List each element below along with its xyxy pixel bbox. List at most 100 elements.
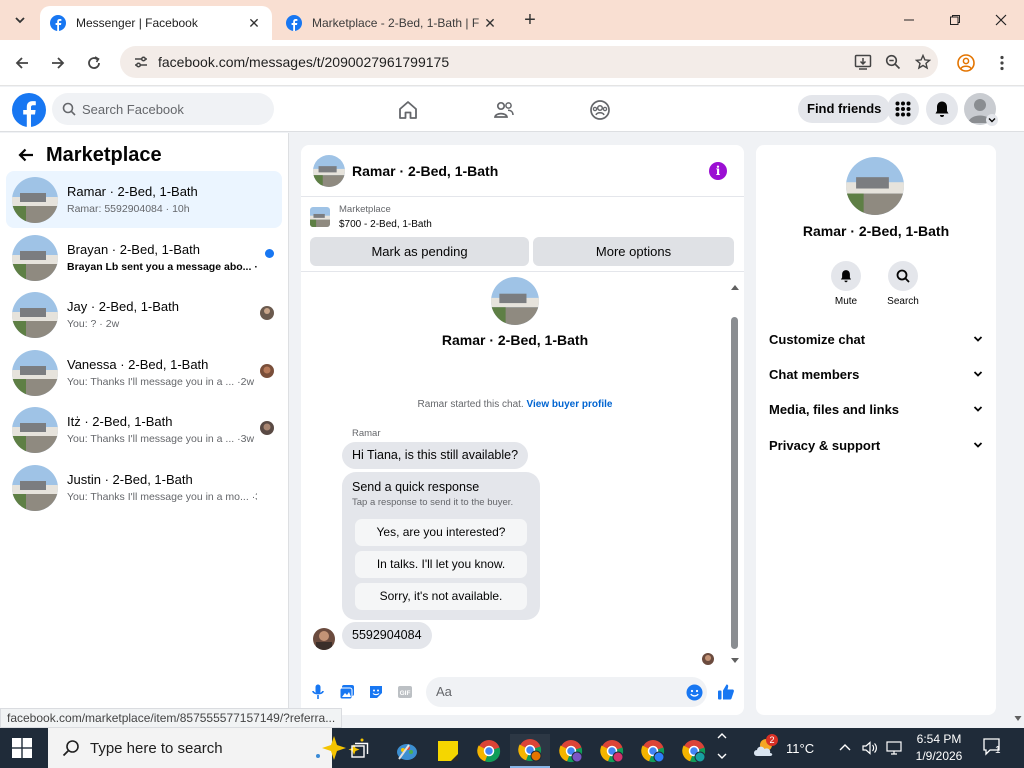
- restore-button[interactable]: [940, 8, 970, 32]
- conversation-item-itz[interactable]: Itż · 2-Bed, 1-Bath You: Thanks I'll mes…: [6, 401, 282, 458]
- listing-mini-thumbnail[interactable]: [310, 207, 330, 227]
- seen-avatar: [260, 364, 274, 378]
- zoom-icon[interactable]: [878, 54, 908, 70]
- conversation-preview: You: ? · 2w: [67, 318, 120, 330]
- restore-icon: [950, 15, 960, 25]
- chevron-down-icon: [717, 753, 727, 759]
- more-options-button[interactable]: More options: [533, 237, 734, 266]
- taskbar-overflow-scroller[interactable]: [716, 730, 728, 766]
- section-media-files-links[interactable]: Media, files and links: [769, 399, 983, 419]
- bookmark-star-icon[interactable]: [908, 54, 938, 70]
- browser-toolbar: facebook.com/messages/t/2090027961799175: [0, 40, 1024, 86]
- taskbar-app-chrome-profile-2[interactable]: [551, 734, 591, 768]
- taskbar-app-chrome-profile-4[interactable]: [633, 734, 673, 768]
- address-bar[interactable]: facebook.com/messages/t/2090027961799175: [120, 46, 938, 78]
- section-privacy-support[interactable]: Privacy & support: [769, 435, 983, 455]
- taskbar-app-chrome[interactable]: [469, 734, 509, 768]
- forward-button[interactable]: [46, 51, 70, 75]
- quick-response-button[interactable]: In talks. I'll let you know.: [355, 551, 527, 578]
- conversation-name: Ramar · 2-Bed, 1-Bath: [67, 184, 198, 199]
- conversation-item-ramar[interactable]: Ramar · 2-Bed, 1-Bath Ramar: 5592904084 …: [6, 171, 282, 228]
- close-tab-icon[interactable]: ✕: [246, 15, 262, 31]
- taskbar-app-chrome-active[interactable]: [510, 734, 550, 768]
- volume-icon[interactable]: [862, 740, 878, 756]
- taskbar-app-chrome-profile-5[interactable]: [674, 734, 714, 768]
- taskbar-search-input[interactable]: Type here to search: [48, 728, 364, 768]
- taskbar-app-chrome-profile-3[interactable]: [592, 734, 632, 768]
- conversation-info-panel: Ramar · 2-Bed, 1-Bath Mute Search Custom…: [756, 145, 996, 715]
- sender-avatar: [313, 628, 335, 650]
- site-settings-icon[interactable]: [128, 54, 154, 70]
- info-avatar[interactable]: [846, 157, 904, 215]
- taskbar-app-sticky-notes[interactable]: [428, 734, 468, 768]
- like-button[interactable]: [717, 683, 735, 701]
- notifications-button[interactable]: [926, 93, 958, 125]
- scrollbar-thumb[interactable]: [731, 317, 738, 649]
- attach-photo-button[interactable]: [338, 683, 356, 701]
- tab-title: Marketplace - 2-Bed, 1-Bath | F: [312, 16, 480, 30]
- groups-nav-button[interactable]: [587, 97, 613, 123]
- profile-button[interactable]: [954, 51, 978, 75]
- search-action[interactable]: Search: [878, 261, 928, 307]
- thumbs-up-icon: [718, 684, 734, 700]
- close-window-button[interactable]: [986, 8, 1016, 32]
- scroll-down-arrow-icon[interactable]: [730, 657, 740, 665]
- weather-widget[interactable]: 2 11°C: [752, 728, 814, 768]
- home-nav-button[interactable]: [395, 97, 421, 123]
- conversation-item-vanessa[interactable]: Vanessa · 2-Bed, 1-Bath You: Thanks I'll…: [6, 344, 282, 401]
- show-hidden-icons-chevron-icon[interactable]: [838, 741, 852, 755]
- account-dropdown-badge[interactable]: [986, 114, 998, 126]
- close-tab-icon[interactable]: ✕: [482, 15, 498, 31]
- menu-button[interactable]: [887, 93, 919, 125]
- tab-marketplace[interactable]: Marketplace - 2-Bed, 1-Bath | F ✕: [276, 6, 508, 40]
- scroll-up-arrow-icon[interactable]: [730, 283, 740, 291]
- gif-button[interactable]: GIF: [396, 683, 414, 701]
- taskbar-app-paint[interactable]: [387, 734, 427, 768]
- mute-action[interactable]: Mute: [821, 261, 871, 307]
- new-tab-button[interactable]: +: [518, 10, 542, 32]
- quick-response-button[interactable]: Sorry, it's not available.: [355, 583, 527, 610]
- action-center-button[interactable]: 1: [982, 737, 1006, 759]
- chat-title[interactable]: Ramar · 2-Bed, 1-Bath: [352, 163, 498, 179]
- chevron-down-icon: [973, 406, 983, 412]
- task-view-button[interactable]: [340, 734, 380, 768]
- reload-button[interactable]: [82, 51, 106, 75]
- install-app-icon[interactable]: [848, 54, 878, 70]
- system-clock[interactable]: 6:54 PM 1/9/2026: [912, 731, 966, 765]
- tab-title: Messenger | Facebook: [76, 16, 198, 30]
- view-buyer-profile-link[interactable]: View buyer profile: [526, 399, 612, 410]
- profile-avatar[interactable]: [491, 277, 539, 325]
- page-scrollbar[interactable]: [1012, 133, 1024, 728]
- emoji-button[interactable]: [685, 683, 703, 701]
- browser-menu-button[interactable]: [990, 51, 1014, 75]
- section-customize-chat[interactable]: Customize chat: [769, 329, 983, 349]
- chat-avatar[interactable]: [313, 154, 345, 187]
- listing-price[interactable]: $700 - 2-Bed, 1-Bath: [339, 219, 432, 230]
- chat-header: Ramar · 2-Bed, 1-Bath i: [301, 145, 744, 197]
- message-input[interactable]: Aa: [426, 677, 707, 707]
- conversation-item-brayan[interactable]: Brayan · 2-Bed, 1-Bath Brayan Lb sent yo…: [6, 229, 282, 286]
- tab-search-dropdown[interactable]: [8, 8, 32, 32]
- minimize-button[interactable]: [894, 8, 924, 32]
- info-icon[interactable]: i: [709, 162, 727, 180]
- back-arrow-icon[interactable]: [14, 143, 38, 167]
- network-icon[interactable]: [886, 740, 902, 756]
- search-placeholder: Search Facebook: [82, 101, 184, 117]
- voice-clip-button[interactable]: [309, 683, 327, 701]
- scroll-down-arrow-icon[interactable]: [1014, 715, 1022, 722]
- tab-messenger[interactable]: Messenger | Facebook ✕: [40, 6, 272, 40]
- mark-as-pending-button[interactable]: Mark as pending: [310, 237, 529, 266]
- thread-scrollbar[interactable]: [730, 283, 740, 663]
- message-composer: GIF Aa: [301, 675, 744, 709]
- back-button[interactable]: [10, 51, 34, 75]
- conversation-item-jay[interactable]: Jay · 2-Bed, 1-Bath You: ? · 2w: [6, 286, 282, 343]
- quick-response-button[interactable]: Yes, are you interested?: [355, 519, 527, 546]
- facebook-search-input[interactable]: Search Facebook: [52, 93, 274, 125]
- sticker-button[interactable]: [367, 683, 385, 701]
- section-chat-members[interactable]: Chat members: [769, 364, 983, 384]
- facebook-logo-icon[interactable]: [12, 93, 46, 127]
- windows-start-icon[interactable]: [12, 738, 32, 758]
- conversation-item-justin[interactable]: Justin · 2-Bed, 1-Bath You: Thanks I'll …: [6, 459, 282, 516]
- friends-nav-button[interactable]: [491, 97, 517, 123]
- find-friends-button[interactable]: Find friends: [798, 95, 891, 123]
